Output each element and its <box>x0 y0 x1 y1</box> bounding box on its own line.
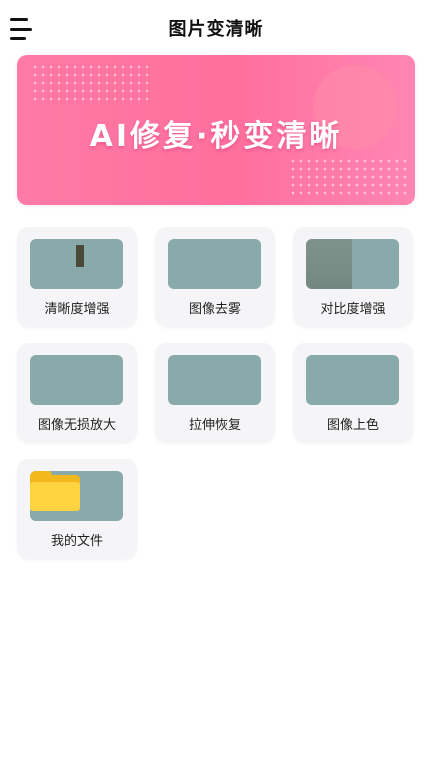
tool-label: 图像上色 <box>326 418 379 433</box>
app-screen: 图片变清晰 AI修复·秒变清晰 清晰度增强 图像去雾 对比度增强 图像无损放大 … <box>0 0 432 768</box>
banner-dots-decoration <box>31 63 151 103</box>
tool-label: 对比度增强 <box>320 302 386 317</box>
colorize-image <box>306 355 399 405</box>
banner-text: AI修复·秒变清晰 <box>89 119 343 154</box>
contrast-before-half <box>306 239 352 289</box>
folder-icon <box>30 471 80 511</box>
header-bar: 图片变清晰 <box>0 0 432 56</box>
tool-label: 拉伸恢复 <box>188 418 241 433</box>
tool-clarity-enhance[interactable]: 清晰度增强 <box>17 227 137 327</box>
clarity-enhance-image <box>30 239 123 289</box>
hamburger-menu-icon[interactable] <box>10 18 34 40</box>
tool-colorize[interactable]: 图像上色 <box>293 343 413 443</box>
tool-lossless-upscale[interactable]: 图像无损放大 <box>17 343 137 443</box>
folder-icon <box>30 471 123 521</box>
page-title: 图片变清晰 <box>168 19 264 40</box>
dehaze-image <box>168 239 261 289</box>
tool-label: 清晰度增强 <box>44 302 110 317</box>
promo-banner[interactable]: AI修复·秒变清晰 <box>17 55 415 205</box>
tool-label: 我的文件 <box>50 534 103 549</box>
contrast-enhance-image <box>306 239 399 289</box>
menu-line <box>10 37 26 40</box>
stretch-restore-image <box>168 355 261 405</box>
tool-label: 图像去雾 <box>188 302 241 317</box>
banner-dots-decoration <box>289 157 409 197</box>
lossless-upscale-image <box>30 355 123 405</box>
tool-dehaze[interactable]: 图像去雾 <box>155 227 275 327</box>
tool-stretch-restore[interactable]: 拉伸恢复 <box>155 343 275 443</box>
tool-label: 图像无损放大 <box>37 418 116 433</box>
folder-front <box>30 482 80 511</box>
menu-line <box>10 27 32 31</box>
tool-my-files[interactable]: 我的文件 <box>17 459 137 559</box>
tool-contrast-enhance[interactable]: 对比度增强 <box>293 227 413 327</box>
menu-line <box>10 18 28 21</box>
